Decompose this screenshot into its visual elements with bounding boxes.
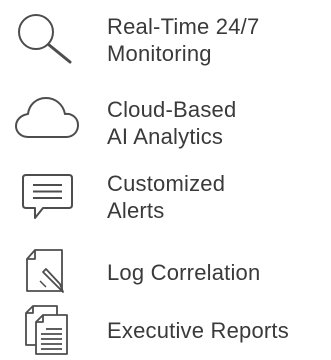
cloud-icon <box>14 92 80 140</box>
chat-message-icon <box>21 171 75 223</box>
feature-label: Customized Alerts <box>107 170 225 224</box>
feature-label-line: Cloud-Based <box>107 97 237 122</box>
feature-cloud-analytics: Cloud-Based AI Analytics <box>0 82 331 162</box>
feature-label-line: Executive Reports <box>107 318 289 343</box>
document-pen-icon <box>24 247 72 295</box>
feature-monitoring: Real-Time 24/7 Monitoring <box>0 0 331 80</box>
feature-label-line: Customized <box>107 171 226 196</box>
feature-alerts: Customized Alerts <box>0 167 331 237</box>
feature-label: Log Correlation <box>107 259 260 286</box>
feature-label-line: Alerts <box>107 198 165 223</box>
feature-label: Real-Time 24/7 Monitoring <box>107 13 259 67</box>
feature-label-line: Monitoring <box>107 41 212 66</box>
feature-label-line: Real-Time 24/7 <box>107 14 260 39</box>
documents-icon <box>24 303 70 357</box>
feature-label-line: AI Analytics <box>107 124 224 149</box>
feature-executive-reports: Executive Reports <box>0 303 331 358</box>
feature-label: Executive Reports <box>107 317 289 344</box>
search-icon <box>14 10 76 66</box>
feature-label-line: Log Correlation <box>107 260 261 285</box>
feature-label: Cloud-Based AI Analytics <box>107 96 236 150</box>
feature-log-correlation: Log Correlation <box>0 247 331 297</box>
